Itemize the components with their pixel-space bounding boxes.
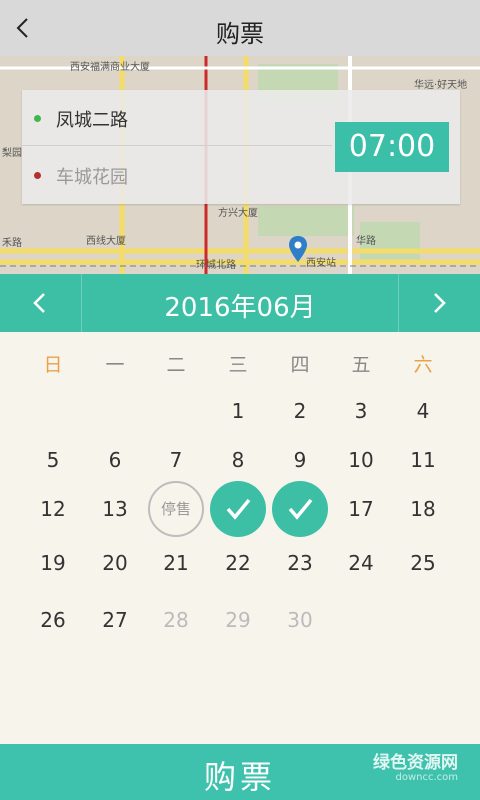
- weekday-label-mon: 一: [105, 354, 125, 376]
- calendar-day[interactable]: 3: [333, 383, 389, 439]
- calendar-day[interactable]: 6: [87, 432, 143, 488]
- end-dot-icon: [34, 172, 41, 179]
- start-dot-icon: [34, 115, 41, 122]
- map-pin-icon: [289, 236, 307, 262]
- checkmark-icon: [288, 498, 313, 520]
- watermark-text: 绿色资源网: [373, 753, 458, 773]
- checkmark-icon: [226, 498, 251, 520]
- calendar-day[interactable]: 11: [395, 432, 451, 488]
- calendar-day[interactable]: 18: [395, 481, 451, 537]
- calendar-day-selected[interactable]: [272, 481, 328, 537]
- calendar-day[interactable]: 21: [148, 535, 204, 591]
- route-panel: 凤城二路 车城花园 07:00: [22, 90, 460, 204]
- month-title: 2016年06月: [164, 293, 316, 323]
- page-title: 购票: [216, 20, 264, 48]
- calendar-day[interactable]: 13: [87, 481, 143, 537]
- chevron-left-icon: [33, 293, 45, 313]
- calendar-day[interactable]: 12: [25, 481, 81, 537]
- map-poi: 禾路: [2, 238, 22, 249]
- next-month-button[interactable]: [398, 274, 480, 332]
- map-poi: 方兴大厦: [218, 208, 258, 219]
- month-bar: 2016年06月: [0, 274, 480, 332]
- route-from-label: 凤城二路: [56, 110, 128, 131]
- calendar-day[interactable]: 10: [333, 432, 389, 488]
- calendar-day-disabled: 30: [287, 608, 313, 632]
- map-poi: 梨园: [2, 148, 22, 159]
- calendar-day-soldout[interactable]: 停售: [148, 481, 204, 537]
- route-to-label: 车城花园: [56, 167, 128, 188]
- calendar-day[interactable]: 19: [25, 535, 81, 591]
- map-poi: 西安福满商业大厦: [70, 62, 150, 73]
- buy-ticket-button[interactable]: 购票 绿色资源网 downcc.com: [0, 744, 480, 800]
- map-poi: 华路: [356, 236, 376, 247]
- calendar-day[interactable]: 1: [210, 383, 266, 439]
- weekday-label-sat: 六: [413, 354, 433, 376]
- calendar-day[interactable]: 24: [333, 535, 389, 591]
- weekday-label-fri: 五: [351, 354, 371, 376]
- calendar-day[interactable]: 27: [87, 592, 143, 648]
- weekday-label-thu: 四: [290, 354, 310, 376]
- watermark-subtext: downcc.com: [395, 772, 458, 783]
- calendar-day[interactable]: 8: [210, 432, 266, 488]
- calendar-day[interactable]: 20: [87, 535, 143, 591]
- calendar-day[interactable]: 17: [333, 481, 389, 537]
- calendar-day[interactable]: 4: [395, 383, 451, 439]
- calendar-day[interactable]: 25: [395, 535, 451, 591]
- weekday-label-tue: 二: [166, 354, 186, 376]
- calendar-day[interactable]: 7: [148, 432, 204, 488]
- weekday-label-sun: 日: [43, 354, 63, 376]
- map-poi: 西线大厦: [86, 236, 126, 247]
- calendar-day-disabled: 28: [163, 608, 189, 632]
- calendar-day[interactable]: 23: [272, 535, 328, 591]
- calendar-day[interactable]: 5: [25, 432, 81, 488]
- map-poi: 西安站: [306, 258, 336, 269]
- calendar-day-disabled: 29: [225, 608, 251, 632]
- calendar-day[interactable]: 26: [25, 592, 81, 648]
- departure-time-button[interactable]: 07:00: [335, 122, 449, 172]
- weekday-label-wed: 三: [228, 354, 248, 376]
- route-to-row[interactable]: 车城花园: [22, 147, 332, 203]
- calendar-day[interactable]: 2: [272, 383, 328, 439]
- route-from-row[interactable]: 凤城二路: [22, 90, 332, 146]
- map-poi: 环城北路: [196, 260, 236, 271]
- chevron-right-icon: [434, 293, 446, 313]
- map-poi: 华远·好天地: [414, 80, 468, 91]
- route-map[interactable]: 西安福满商业大厦 华远·好天地 西线大厦 方兴大厦 西安站 环城北路 梨园 禾路…: [0, 56, 480, 274]
- prev-month-button[interactable]: [0, 274, 82, 332]
- calendar-day[interactable]: 22: [210, 535, 266, 591]
- app-header: 购票: [0, 0, 480, 56]
- calendar-day[interactable]: 9: [272, 432, 328, 488]
- calendar-day-selected[interactable]: [210, 481, 266, 537]
